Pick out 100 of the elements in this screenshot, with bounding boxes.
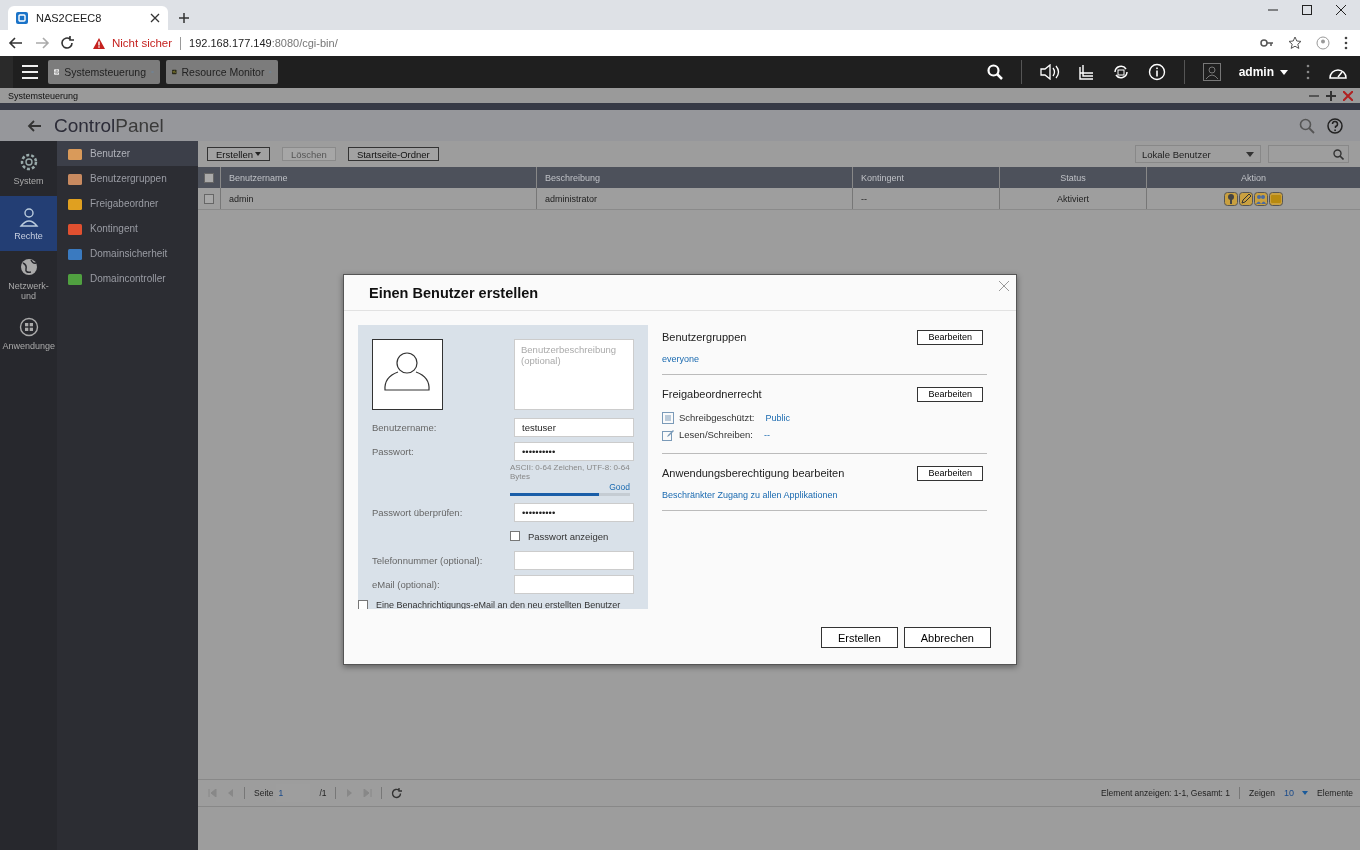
help-icon[interactable]: [1327, 117, 1343, 134]
nav-item[interactable]: Benutzer: [57, 141, 198, 166]
folder-icon[interactable]: [1269, 191, 1283, 206]
panel-title: ControlPanel: [54, 114, 164, 137]
column-header[interactable]: Aktion: [1147, 167, 1360, 188]
site-icon: [16, 12, 28, 24]
page-label: Seite: [254, 788, 274, 798]
caret-icon: [1246, 151, 1254, 157]
key-icon[interactable]: [1224, 191, 1238, 206]
password-hint: ASCII: 0-64 Zeichen, UTF-8: 0-64 Bytes: [510, 463, 630, 481]
search-icon[interactable]: [986, 64, 1003, 80]
link[interactable]: Beschränkter Zugang zu allen Applikationen: [662, 490, 838, 500]
page-size-dropdown[interactable]: 10: [1284, 788, 1309, 798]
nav-item[interactable]: Domaincontroller: [57, 266, 198, 291]
table-cell: administrator: [537, 188, 853, 209]
dialog-title: Einen Benutzer erstellen: [369, 284, 539, 301]
sync-icon[interactable]: [1111, 63, 1130, 81]
description-field[interactable]: Benutzerbeschreibung (optional): [514, 339, 634, 410]
input-field[interactable]: ••••••••••: [514, 502, 634, 522]
toolbar-button[interactable]: Erstellen: [207, 147, 270, 161]
search-field[interactable]: [1268, 145, 1349, 163]
tab-label: Resource Monitor: [181, 66, 265, 78]
nav-item[interactable]: Benutzergruppen: [57, 166, 198, 191]
maximize-icon[interactable]: [1302, 5, 1312, 15]
caret-icon: [254, 152, 261, 156]
globe-icon: [18, 256, 39, 277]
app-tab[interactable]: Systemsteuerung: [48, 60, 160, 84]
strength-label: Good: [608, 482, 630, 492]
tab-title: NAS2CEEC8: [36, 12, 103, 24]
section-title: Freigabeordnerrecht: [662, 388, 762, 400]
dialog-button[interactable]: Abbrechen: [903, 627, 991, 648]
field-label: Passwort:: [372, 445, 414, 457]
field-label: Telefonnummer (optional):: [372, 554, 483, 566]
section-title: Benutzergruppen: [662, 331, 747, 343]
category-tab[interactable]: Rechte: [0, 196, 57, 251]
star-icon[interactable]: [1288, 36, 1302, 50]
section-title: Anwendungsberechtigung bearbeiten: [662, 467, 845, 479]
dialog-button[interactable]: Erstellen: [821, 627, 898, 648]
checkbox[interactable]: [204, 193, 214, 204]
info-icon[interactable]: [1147, 63, 1166, 81]
caret-icon[interactable]: [1280, 69, 1288, 75]
table-cell: --: [853, 188, 1000, 209]
profile-icon[interactable]: [1316, 36, 1330, 50]
apps-icon: [18, 316, 39, 337]
speaker-icon[interactable]: [1039, 64, 1060, 80]
edit-button[interactable]: Bearbeiten: [917, 386, 983, 402]
menu-icon[interactable]: [1344, 36, 1348, 50]
back-icon[interactable]: [8, 36, 24, 50]
browser-tab[interactable]: NAS2CEEC8: [8, 6, 168, 30]
refresh-icon[interactable]: [391, 787, 403, 799]
nav-item[interactable]: Freigabeordner: [57, 191, 198, 216]
app-tab[interactable]: Resource Monitor: [166, 60, 278, 84]
more-icon[interactable]: [1306, 64, 1310, 80]
nav-item[interactable]: Kontingent: [57, 216, 198, 241]
key-icon[interactable]: [1260, 36, 1274, 50]
field-label: Benutzername:: [372, 421, 437, 433]
checkbox-option[interactable]: Passwort anzeigen: [510, 530, 609, 542]
category-tab[interactable]: Anwendunge: [0, 306, 57, 361]
page-total: /1: [319, 788, 327, 798]
permission-label: Schreibgeschützt:: [679, 412, 755, 423]
nav-item[interactable]: Domainsicherheit: [57, 241, 198, 266]
link[interactable]: everyone: [662, 354, 700, 364]
list-icon: [662, 411, 674, 424]
new-tab-icon[interactable]: [178, 12, 190, 24]
table-cell: admin: [221, 188, 537, 209]
stack-icon[interactable]: [1077, 64, 1094, 80]
link[interactable]: Public: [765, 412, 791, 423]
show-label: Zeigen: [1249, 788, 1276, 798]
reload-icon[interactable]: [60, 36, 76, 50]
input-field[interactable]: ••••••••••: [514, 441, 634, 461]
item-count: Element anzeigen: 1-1, Gesamt: 1: [1101, 788, 1231, 798]
input-field[interactable]: testuser: [514, 417, 634, 437]
link[interactable]: --: [763, 429, 770, 440]
field-label: eMail (optional):: [372, 578, 440, 590]
user-menu[interactable]: admin: [1238, 65, 1274, 79]
security-warning: Nicht sicher: [112, 37, 173, 49]
checkbox[interactable]: [204, 172, 214, 183]
permission-label: Lesen/Schreiben:: [679, 429, 753, 440]
avatar-icon[interactable]: [372, 339, 443, 410]
input-field[interactable]: [514, 574, 634, 594]
toolbar-button[interactable]: Startseite-Ordner: [347, 147, 439, 161]
tab-label: Systemsteuerung: [64, 66, 146, 78]
field-label: Passwort überprüfen:: [372, 506, 463, 518]
items-label: Elemente: [1317, 788, 1353, 798]
checkbox-option[interactable]: Eine Benachrichtigungs-eMail an den neu erstellten Benutzer: [358, 600, 634, 609]
table-cell: Aktiviert: [1000, 188, 1147, 209]
users-icon[interactable]: [1254, 191, 1268, 206]
category-tab[interactable]: Netzwerk- und: [0, 251, 57, 306]
edit-button[interactable]: Bearbeiten: [917, 329, 983, 345]
category-tab[interactable]: System: [0, 141, 57, 196]
menu-icon[interactable]: [22, 65, 38, 79]
filter-dropdown[interactable]: Lokale Benutzer: [1135, 145, 1261, 163]
input-field[interactable]: [514, 550, 634, 570]
edit-icon[interactable]: [1239, 191, 1253, 206]
edit-icon: [662, 428, 674, 441]
edit-button[interactable]: Bearbeiten: [917, 465, 983, 481]
url-text: 192.168.177.149:8080/cgi-bin/: [189, 37, 338, 49]
window-title: Systemsteuerung: [8, 90, 79, 101]
caret-icon: [1302, 791, 1309, 795]
warning-icon: [92, 36, 106, 50]
